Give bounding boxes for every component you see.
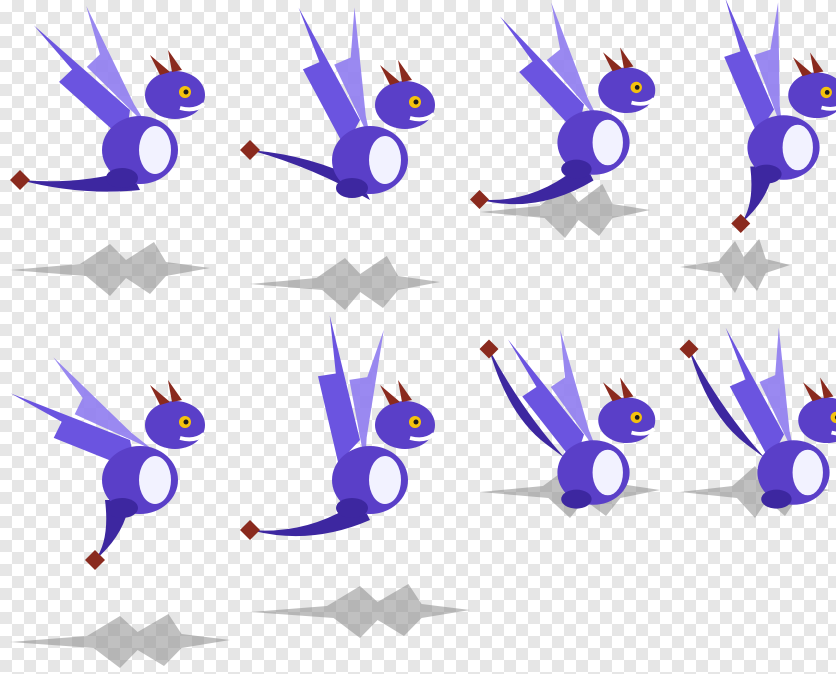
pupil [635, 415, 640, 420]
horn [398, 380, 412, 402]
frame-shadow [250, 580, 470, 644]
sprite-frame [10, 330, 220, 574]
horn [603, 52, 622, 71]
wings [275, 306, 420, 473]
shadow [10, 242, 210, 296]
head [375, 81, 435, 129]
belly [369, 456, 401, 504]
horn [398, 60, 412, 82]
head [145, 401, 205, 449]
tail-spade [240, 520, 260, 540]
belly [793, 450, 823, 496]
sprite-frame [240, 330, 450, 574]
dragon-sprite [10, 0, 205, 192]
tail-spade [240, 140, 260, 160]
dragon-sprite [470, 0, 655, 209]
tail-spade [470, 190, 489, 209]
frame-shadow [250, 252, 440, 316]
leg [336, 178, 368, 198]
horn [168, 380, 182, 402]
head [145, 71, 205, 119]
horn [793, 57, 812, 76]
dragon-sprite [240, 0, 435, 200]
sprite-frame [470, 330, 680, 574]
pupil [825, 90, 830, 95]
head [598, 397, 655, 443]
sprite-frame [470, 0, 680, 244]
horn [150, 55, 170, 75]
belly [593, 120, 623, 166]
horn [603, 382, 622, 401]
pupil [184, 420, 189, 425]
belly [139, 126, 171, 174]
horn [820, 378, 833, 399]
sprite-frame [10, 0, 220, 244]
dragon-sprite [693, 0, 836, 233]
dragon-sprite [240, 306, 435, 540]
belly [369, 136, 401, 184]
leg [751, 165, 781, 184]
tail-spade [10, 170, 30, 190]
sprite-sheet [0, 0, 836, 660]
horn [810, 53, 823, 74]
horn [620, 48, 633, 69]
horn [380, 65, 400, 85]
leg [561, 160, 591, 179]
belly [139, 456, 171, 504]
dragon-sprite [480, 330, 656, 509]
leg [336, 498, 368, 518]
belly [593, 450, 623, 496]
pupil [414, 100, 419, 105]
frame-shadow [10, 238, 210, 302]
head [375, 401, 435, 449]
sprite-frame [670, 330, 836, 574]
tail-spade [480, 340, 499, 359]
horn [168, 50, 182, 72]
shadow [250, 584, 470, 638]
frame-shadow [10, 610, 230, 674]
horn [803, 382, 822, 401]
dragon-sprite [6, 337, 205, 570]
shadow [250, 256, 440, 310]
dragon-sprite [680, 318, 836, 508]
head [598, 67, 655, 113]
horn [380, 385, 400, 405]
sprite-frame [660, 5, 836, 249]
horn [150, 385, 170, 405]
leg [761, 490, 791, 509]
sprite-frame [240, 10, 450, 254]
head [798, 397, 836, 443]
pupil [635, 85, 640, 90]
pupil [414, 420, 419, 425]
belly [783, 125, 813, 171]
horn [620, 378, 633, 399]
leg [561, 490, 591, 509]
leg [106, 498, 138, 518]
tail-spade [680, 340, 699, 359]
leg [106, 168, 138, 188]
pupil [184, 90, 189, 95]
